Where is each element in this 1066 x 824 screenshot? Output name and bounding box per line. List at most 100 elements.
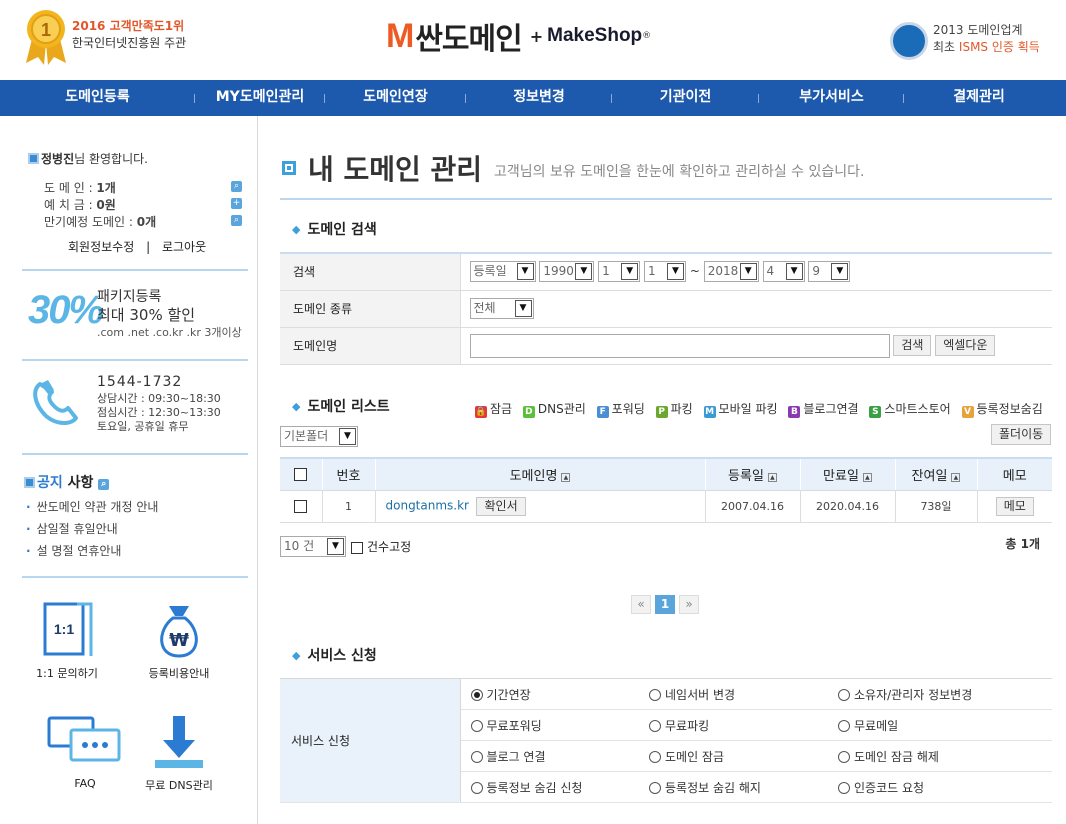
one-to-one-inquiry-link[interactable]: 1:1 1:1 문의하기 <box>22 600 112 681</box>
radio-button[interactable] <box>838 781 850 794</box>
fix-count-toggle[interactable]: 건수고정 <box>351 538 411 555</box>
folder-move-button[interactable]: 폴더이동 <box>991 424 1052 445</box>
page-description: 고객님의 보유 도메인을 한눈에 확인하고 관리하실 수 있습니다. <box>494 164 865 180</box>
package-promo[interactable]: 패키지등록 최대 30% 할인 .com .net .co.kr .kr 3개이… <box>97 288 242 342</box>
notice-item[interactable]: 설 명절 연휴안내 <box>26 540 158 562</box>
divider <box>22 359 248 361</box>
next-page-button[interactable]: » <box>679 595 699 614</box>
search-icon[interactable]: ⌕ <box>98 479 110 490</box>
domain-name-input[interactable] <box>469 333 890 358</box>
option-unlock[interactable]: 도메인 잠금 해제 <box>838 740 1052 772</box>
nav-domain-register[interactable]: 도메인등록 <box>0 80 195 116</box>
site-logo[interactable]: M 싼도메인 + MakeShop ® <box>386 16 651 58</box>
search-icon[interactable]: ⌕ <box>231 215 242 226</box>
option-owner-change[interactable]: 소유자/관리자 정보변경 <box>838 678 1052 710</box>
money-bag-icon-text: ₩ <box>169 630 189 651</box>
option-renew[interactable]: 기간연장 <box>460 678 649 710</box>
award-subtitle: 한국인터넷진흥원 주관 <box>72 36 187 50</box>
col-remaining[interactable]: 잔여일 ▲ <box>894 458 977 491</box>
option-auth-code[interactable]: 인증코드 요청 <box>838 771 1052 803</box>
radio-button[interactable] <box>649 750 661 763</box>
award-medal-icon: 1 <box>26 10 66 65</box>
logout-link[interactable]: 로그아웃 <box>162 240 206 254</box>
link-divider: | <box>146 240 151 254</box>
nav-registrar-transfer[interactable]: 기관이전 <box>612 80 759 116</box>
sort-icon[interactable]: ▲ <box>561 472 571 482</box>
faq-link[interactable]: FAQ <box>40 714 130 790</box>
lock-icon: 🔒 <box>475 406 487 418</box>
radio-button[interactable] <box>470 750 483 763</box>
notice-list: 싼도메인 약관 개정 안내 삼일절 휴일안내 설 명절 연휴안내 <box>26 496 159 562</box>
page-size-select[interactable]: 10 건 ▼ <box>280 536 346 557</box>
radio-button[interactable] <box>649 688 661 701</box>
account-links: 회원정보수정 | 로그아웃 <box>68 238 206 255</box>
sort-icon[interactable]: ▲ <box>767 472 777 482</box>
radio-button[interactable] <box>470 719 483 732</box>
nav-domain-renew[interactable]: 도메인연장 <box>325 80 466 116</box>
col-memo: 메모 <box>976 458 1052 491</box>
radio-button[interactable] <box>470 688 483 701</box>
sort-icon[interactable]: ▲ <box>862 472 872 482</box>
nav-my-domain[interactable]: MY도메인관리 <box>195 80 325 116</box>
edit-profile-link[interactable]: 회원정보수정 <box>68 240 134 254</box>
nav-info-change[interactable]: 정보변경 <box>466 80 612 116</box>
memo-button[interactable]: 메모 <box>995 496 1034 516</box>
domain-kind-label: 도메인 종류 <box>280 290 461 328</box>
radio-button[interactable] <box>838 688 850 701</box>
row-number: 1 <box>321 490 375 523</box>
date-type-select[interactable]: 등록일 ▼ <box>469 261 536 283</box>
plus-icon[interactable]: + <box>231 198 242 209</box>
from-month-select[interactable]: 1 ▼ <box>598 261 641 283</box>
money-bag-icon: ₩ <box>160 606 198 658</box>
fix-count-checkbox[interactable] <box>351 541 363 554</box>
chevron-down-icon: ▼ <box>831 263 849 281</box>
certificate-button[interactable]: 확인서 <box>476 496 526 516</box>
option-blog[interactable]: 블로그 연결 <box>460 740 649 772</box>
to-month-select[interactable]: 4 ▼ <box>762 261 805 283</box>
domain-kind-select[interactable]: 전체 ▼ <box>469 298 534 319</box>
chevron-down-icon: ▼ <box>575 263 593 281</box>
select-all-checkbox[interactable] <box>294 467 308 481</box>
fee-guide-link[interactable]: ₩ 등록비용안내 <box>134 600 224 681</box>
nav-payment[interactable]: 결제관리 <box>904 80 1054 116</box>
folder-select[interactable]: 기본폴더 ▼ <box>280 426 358 447</box>
col-registered[interactable]: 등록일 ▲ <box>704 458 800 491</box>
search-button[interactable]: 검색 <box>893 335 932 356</box>
notice-icon <box>24 477 35 488</box>
col-domain[interactable]: 도메인명 ▲ <box>374 458 705 491</box>
search-icon[interactable]: ⌕ <box>231 181 242 192</box>
award-badge-number: 1 <box>41 20 51 40</box>
option-forwarding[interactable]: 무료포워딩 <box>460 709 649 741</box>
from-year-select[interactable]: 1990 ▼ <box>539 261 595 283</box>
row-checkbox[interactable] <box>294 499 308 513</box>
radio-button[interactable] <box>838 750 850 763</box>
notice-item[interactable]: 삼일절 휴일안내 <box>26 518 158 540</box>
option-mail[interactable]: 무료메일 <box>838 709 1052 741</box>
remaining-days: 738일 <box>894 490 977 523</box>
service-request-heading: 서비스 신청 <box>280 645 376 665</box>
radio-button[interactable] <box>649 719 661 732</box>
isms-seal-icon <box>890 22 928 60</box>
sort-icon[interactable]: ▲ <box>951 472 961 482</box>
from-day-select[interactable]: 1 ▼ <box>643 261 686 283</box>
radio-button[interactable] <box>470 781 483 794</box>
col-expires[interactable]: 만료일 ▲ <box>799 458 895 491</box>
option-parking[interactable]: 무료파킹 <box>649 709 838 741</box>
domain-link[interactable]: dongtanms.kr <box>386 498 469 512</box>
option-whois-hide[interactable]: 등록정보 숨김 신청 <box>460 771 649 803</box>
radio-button[interactable] <box>649 781 661 794</box>
chevron-down-icon: ▼ <box>516 263 534 281</box>
free-dns-link[interactable]: 무료 DNS관리 <box>134 714 224 793</box>
option-lock[interactable]: 도메인 잠금 <box>649 740 838 772</box>
excel-download-button[interactable]: 엑셀다운 <box>935 335 996 356</box>
nav-extra-services[interactable]: 부가서비스 <box>759 80 904 116</box>
prev-page-button[interactable]: « <box>631 595 651 614</box>
to-day-select[interactable]: 9 ▼ <box>808 261 851 283</box>
option-nameserver[interactable]: 네임서버 변경 <box>649 678 838 710</box>
radio-button[interactable] <box>838 719 850 732</box>
to-year-select[interactable]: 2018 ▼ <box>703 261 759 283</box>
option-whois-unhide[interactable]: 등록정보 숨김 해지 <box>649 771 838 803</box>
smartstore-icon: S <box>869 406 882 418</box>
notice-item[interactable]: 싼도메인 약관 개정 안내 <box>26 496 159 518</box>
page-1-button[interactable]: 1 <box>655 595 675 614</box>
